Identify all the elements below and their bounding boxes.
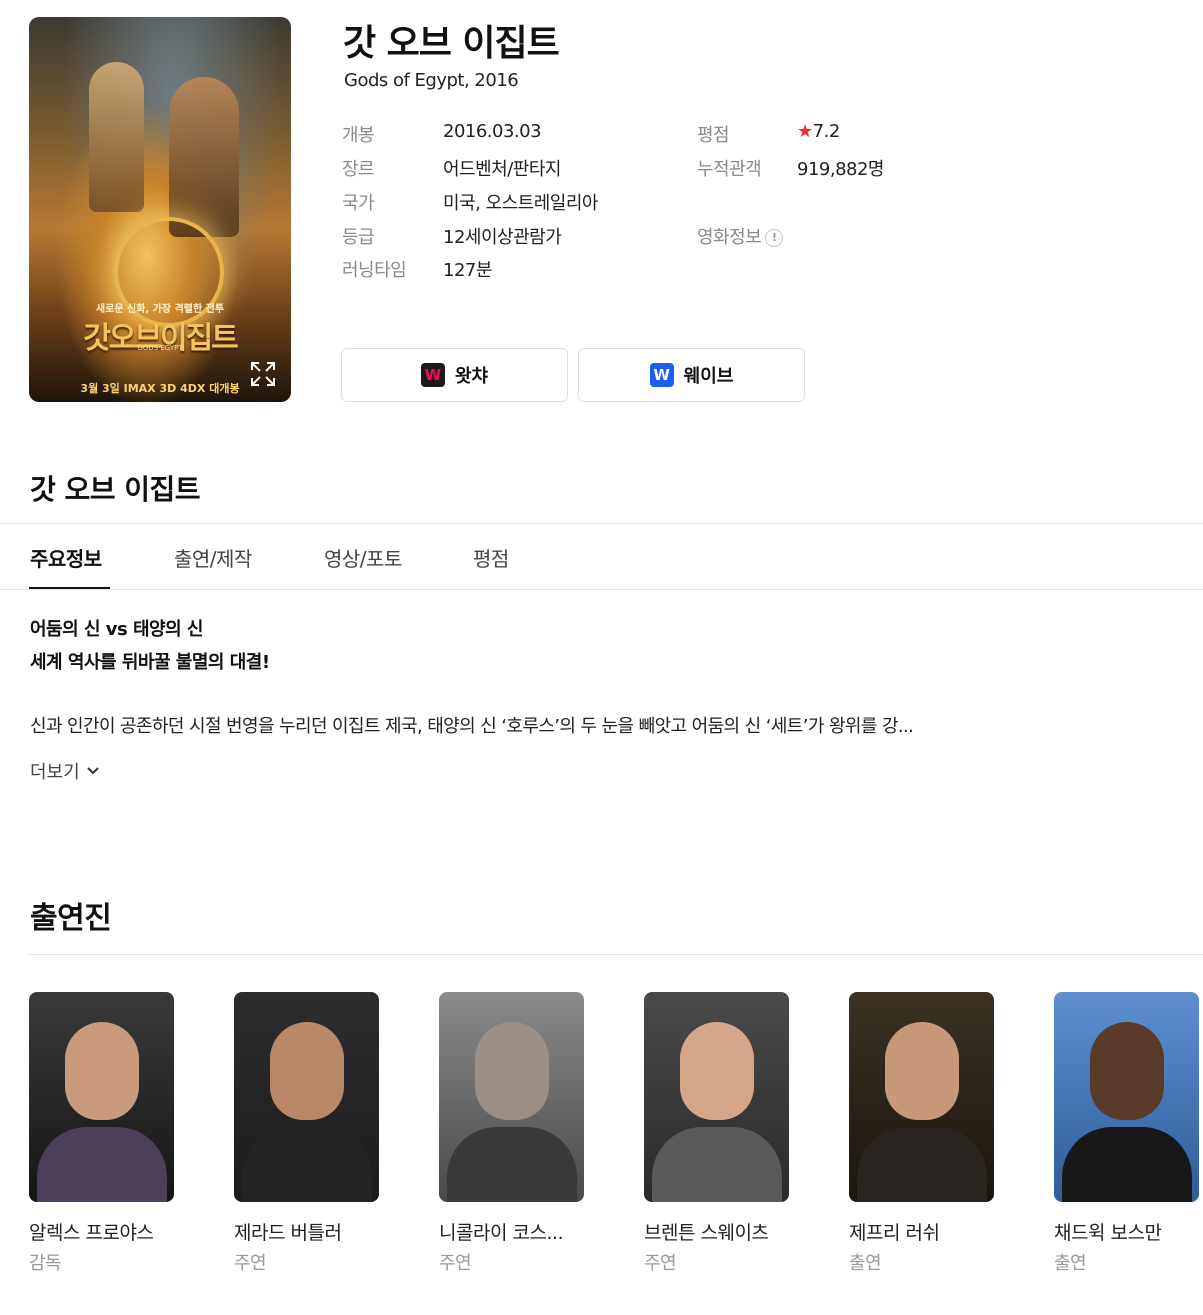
cast-name: 제프리 러쉬 <box>849 1222 940 1244</box>
cast-role: 출연 <box>849 1253 882 1274</box>
watcha-button[interactable]: W 왓챠 <box>341 348 568 402</box>
watcha-logo-icon: W <box>420 363 445 387</box>
movie-subtitle: Gods of Egypt, 2016 <box>344 70 519 91</box>
cast-photo <box>234 992 379 1202</box>
info-score-row: 평점 <box>697 121 730 147</box>
cast-card[interactable]: 니콜라이 코스... 주연 <box>439 992 584 1275</box>
more-label: 더보기 <box>30 762 80 783</box>
info-runtime-value-wrap: 127분 <box>443 256 492 282</box>
cast-photo-body <box>242 1127 372 1202</box>
info-country-label: 국가 <box>342 193 375 214</box>
cast-role: 주연 <box>644 1253 677 1274</box>
cast-photo <box>849 992 994 1202</box>
cast-title: 출연진 <box>30 901 112 936</box>
info-runtime-label: 러닝타임 <box>342 260 407 281</box>
cast-role: 감독 <box>29 1253 62 1274</box>
star-icon: ★ <box>797 121 813 142</box>
poster-figure-right <box>169 77 239 237</box>
tab-main-info[interactable]: 주요정보 <box>30 543 102 572</box>
info-rating-label: 등급 <box>342 227 375 248</box>
cast-photo-head <box>270 1022 344 1120</box>
poster-figure-left <box>89 62 144 212</box>
info-rating-value: 12세이상관람가 <box>443 227 562 248</box>
info-audience-value: 919,882명 <box>797 159 885 180</box>
movie-title: 갓 오브 이집트 <box>343 23 560 64</box>
info-genre-row: 장르 <box>342 155 375 181</box>
info-release-row: 개봉 <box>342 121 375 147</box>
info-release-value: 2016.03.03 <box>443 121 542 142</box>
cast-card[interactable]: 제라드 버틀러 주연 <box>234 992 379 1275</box>
cast-photo-body <box>447 1127 577 1202</box>
synopsis-tagline-1: 어둠의 신 vs 태양의 신 <box>30 619 204 640</box>
info-release-value-wrap: 2016.03.03 <box>443 121 542 142</box>
cast-name: 제라드 버틀러 <box>234 1222 342 1244</box>
cast-card[interactable]: 알렉스 프로야스 감독 <box>29 992 174 1275</box>
cast-photo <box>29 992 174 1202</box>
watcha-label: 왓챠 <box>454 366 489 387</box>
info-movieinfo-label[interactable]: 영화정보 <box>697 227 762 248</box>
chevron-down-icon <box>86 767 99 775</box>
divider-cast <box>29 954 1203 955</box>
synopsis-tagline-2: 세계 역사를 뒤바꿀 불멸의 대결! <box>30 652 270 673</box>
info-country-row: 국가 <box>342 189 375 215</box>
cast-name: 알렉스 프로야스 <box>29 1222 154 1244</box>
info-audience-value-wrap: 919,882명 <box>797 155 885 181</box>
cast-name: 채드윅 보스만 <box>1054 1222 1162 1244</box>
tab-video-photo[interactable]: 영상/포토 <box>324 543 402 572</box>
divider-tabs <box>0 589 1203 590</box>
cast-card[interactable]: 채드윅 보스만 출연 <box>1054 992 1199 1275</box>
wavve-button[interactable]: W 웨이브 <box>578 348 805 402</box>
cast-photo-head <box>1090 1022 1164 1120</box>
cast-photo-body <box>1062 1127 1192 1202</box>
info-country-value: 미국, 오스트레일리아 <box>443 193 598 214</box>
cast-photo-body <box>652 1127 782 1202</box>
info-circle-icon[interactable]: ! <box>765 229 784 247</box>
info-rating-value-wrap: 12세이상관람가 <box>443 223 562 249</box>
info-genre-value-wrap: 어드벤처/판타지 <box>443 155 561 181</box>
cast-role: 주연 <box>439 1253 472 1274</box>
wavve-label: 웨이브 <box>683 366 734 387</box>
cast-name: 브렌튼 스웨이츠 <box>644 1222 769 1244</box>
more-button[interactable]: 더보기 <box>30 758 100 784</box>
cast-photo <box>439 992 584 1202</box>
cast-name: 니콜라이 코스... <box>439 1222 564 1244</box>
poster-subtitle: GODS·EGYPT <box>137 344 183 352</box>
info-country-value-wrap: 미국, 오스트레일리아 <box>443 189 598 215</box>
cast-photo-body <box>37 1127 167 1202</box>
info-score-value-wrap: ★7.2 <box>797 121 840 142</box>
cast-photo-head <box>65 1022 139 1120</box>
info-runtime-row: 러닝타임 <box>342 256 407 282</box>
cast-photo <box>1054 992 1199 1202</box>
cast-photo-body <box>857 1127 987 1202</box>
info-movieinfo-row[interactable]: 영화정보! <box>697 223 784 249</box>
cast-photo <box>644 992 789 1202</box>
info-rating-row: 등급 <box>342 223 375 249</box>
info-genre-label: 장르 <box>342 159 375 180</box>
info-score-label: 평점 <box>697 125 730 146</box>
cast-role: 주연 <box>234 1253 267 1274</box>
info-score-value: 7.2 <box>812 121 841 142</box>
info-genre-value: 어드벤처/판타지 <box>443 159 561 180</box>
section-title: 갓 오브 이집트 <box>30 473 201 506</box>
movie-poster[interactable]: 새로운 신화, 가장 격렬한 전투 갓오브이집트 GODS·EGYPT 3월 3… <box>29 17 291 402</box>
info-audience-row: 누적관객 <box>697 155 762 181</box>
expand-icon[interactable] <box>249 360 277 388</box>
tab-cast-crew[interactable]: 출연/제작 <box>174 543 252 572</box>
tab-ratings[interactable]: 평점 <box>473 543 509 572</box>
cast-role: 출연 <box>1054 1253 1087 1274</box>
divider-top <box>0 523 1203 524</box>
cast-photo-head <box>885 1022 959 1120</box>
wavve-logo-icon: W <box>649 363 674 387</box>
cast-card[interactable]: 제프리 러쉬 출연 <box>849 992 994 1275</box>
cast-card[interactable]: 브렌튼 스웨이츠 주연 <box>644 992 789 1275</box>
info-release-label: 개봉 <box>342 125 375 146</box>
info-runtime-value: 127분 <box>443 260 492 281</box>
info-audience-label: 누적관객 <box>697 159 762 180</box>
cast-photo-head <box>680 1022 754 1120</box>
cast-photo-head <box>475 1022 549 1120</box>
synopsis-text: 신과 인간이 공존하던 시절 번영을 누리던 이집트 제국, 태양의 신 ‘호루… <box>30 716 914 737</box>
